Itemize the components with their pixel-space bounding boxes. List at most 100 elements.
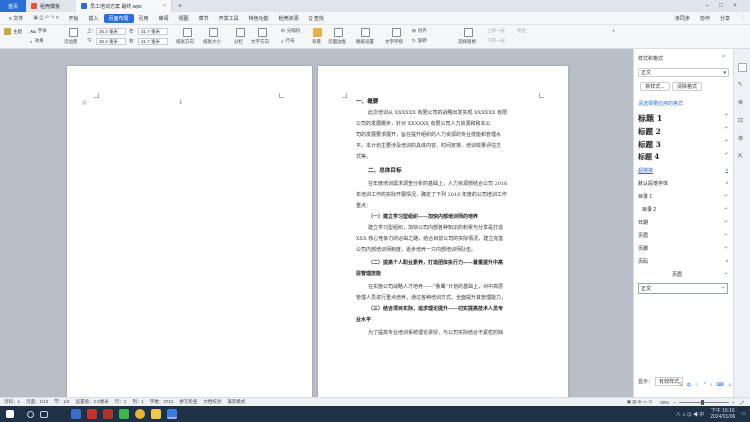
ime-mic-icon[interactable]: ♪ xyxy=(710,382,713,389)
style-date[interactable]: 日期 ↵ xyxy=(638,219,728,226)
share-side-icon[interactable]: ⇱ xyxy=(738,153,743,160)
font-scheme-button[interactable]: Aa 字体 xyxy=(30,28,47,34)
menu-view[interactable]: 视图 xyxy=(174,14,194,23)
left-margin-field[interactable]: 31.7 毫米 xyxy=(138,28,168,35)
maximize-icon[interactable]: □ xyxy=(714,3,728,9)
right-margin-field[interactable]: 31.7 毫米 xyxy=(138,38,168,45)
wechat-taskbar-icon[interactable] xyxy=(119,409,129,419)
windows-start-icon[interactable] xyxy=(6,410,14,418)
style-header[interactable]: 页眉 ↵ xyxy=(638,232,728,239)
text-direction-icon[interactable] xyxy=(258,28,267,37)
style-header-centered[interactable]: 页眉 ↵ xyxy=(638,271,728,278)
style-hyperlink[interactable]: 超链接 a xyxy=(638,167,728,174)
background-button[interactable]: 背景 xyxy=(312,39,321,45)
style-footer[interactable]: 页脚 ↵ xyxy=(638,245,728,252)
rotate-button[interactable]: ↻ 旋转 xyxy=(412,38,427,44)
line-numbers-button[interactable]: ≡ 行号 xyxy=(281,38,295,44)
sync-status[interactable]: 未同步 xyxy=(670,14,695,23)
margins-icon[interactable] xyxy=(69,28,78,37)
status-pages[interactable]: 页面：1/10 xyxy=(26,399,48,405)
style-heading-4[interactable]: 标题 4 ↵ xyxy=(638,152,728,162)
current-style-select[interactable]: 正文 ▾ xyxy=(638,68,729,77)
ime-punct-icon[interactable]: ° xyxy=(704,382,706,389)
paper-size-icon[interactable] xyxy=(209,28,218,37)
ime-cn-icon[interactable]: 中 xyxy=(686,382,691,389)
tab-templates[interactable]: 稻壳模板 xyxy=(26,0,76,12)
tray-icons[interactable]: ∧ ♫ ⊡ ◀ 中 xyxy=(676,411,705,418)
zoom-slider[interactable] xyxy=(678,399,729,405)
menu-features[interactable]: 特色功能 xyxy=(244,14,274,23)
word-taskbar-icon[interactable] xyxy=(71,409,81,419)
ime-s-icon[interactable]: S xyxy=(679,382,682,389)
close-window-icon[interactable]: × xyxy=(728,3,742,9)
share-button[interactable]: 分享 xyxy=(715,14,735,23)
fit-page-icon[interactable]: ⤢ xyxy=(740,400,744,405)
paper-size-button[interactable]: 纸张大小 xyxy=(203,39,221,45)
menu-review[interactable]: 审阅 xyxy=(154,14,174,23)
page-border-icon[interactable] xyxy=(334,28,343,37)
zoom-level[interactable]: 80% xyxy=(660,400,669,405)
menu-home[interactable]: 开始 xyxy=(63,14,83,23)
wps-taskbar-icon[interactable] xyxy=(167,409,177,419)
ime-user-icon[interactable]: ☺ xyxy=(728,382,733,389)
wrap-button[interactable]: 文字环绕 xyxy=(385,39,403,45)
zoom-in-icon[interactable]: + xyxy=(732,400,735,405)
ime-moon-icon[interactable]: ☾ xyxy=(695,382,699,389)
style-page-number[interactable]: 页码 a xyxy=(638,258,728,265)
quick-access-icons[interactable]: ▣ ⎙ ↶ ↷ ▾ xyxy=(28,14,63,23)
style-toc-2[interactable]: 目录 2 ↵ xyxy=(638,206,728,213)
search-taskbar-icon[interactable] xyxy=(27,410,34,418)
style-default-font[interactable]: 默认段落字体 a xyxy=(638,180,728,187)
clock[interactable]: 下午 15:16 2024/01/06 xyxy=(710,408,735,420)
panel-close-icon[interactable]: × xyxy=(722,54,725,60)
align-button[interactable]: ⊞ 对齐 xyxy=(412,28,427,34)
page-border-button[interactable]: 页面边框 xyxy=(328,39,346,45)
zoom-out-icon[interactable]: – xyxy=(673,400,676,405)
style-pane-icon[interactable] xyxy=(738,63,747,72)
top-margin-field[interactable]: 25.4 毫米 xyxy=(96,28,126,35)
collapse-ribbon-icon[interactable]: ∧ xyxy=(612,28,615,34)
page-1[interactable]: ▤ ◦ I xyxy=(67,66,312,397)
select-pane-button[interactable]: 选择窗格 xyxy=(458,39,476,45)
columns-button[interactable]: 分栏 xyxy=(234,39,243,45)
wrap-icon[interactable] xyxy=(392,28,401,37)
minimize-icon[interactable]: – xyxy=(700,3,714,9)
show-filter[interactable]: 显示： 有效样式 xyxy=(638,377,684,386)
margins-button[interactable]: 页边距 xyxy=(64,39,78,45)
zoom-slider-handle[interactable] xyxy=(700,399,704,405)
bring-forward-button[interactable]: 上移一层 xyxy=(487,28,505,34)
tab-home[interactable]: 首页 xyxy=(0,0,26,12)
draft-setting-icon[interactable] xyxy=(361,28,370,37)
columns-icon[interactable] xyxy=(236,28,245,37)
draft-setting-button[interactable]: 稿纸设置 xyxy=(356,39,374,45)
tab-document[interactable]: 员工培训方案 最终.wps × xyxy=(76,0,172,12)
style-normal[interactable]: 正文 ↵ xyxy=(638,283,728,294)
style-heading-3[interactable]: 标题 3 ↵ xyxy=(638,139,728,150)
style-heading-2[interactable]: 标题 2 ↵ xyxy=(638,126,728,137)
menu-insert[interactable]: 插入 xyxy=(84,14,104,23)
file-menu[interactable]: ≡ 文件 xyxy=(4,14,28,23)
add-tab-button[interactable]: + xyxy=(178,3,182,10)
text-direction-button[interactable]: 文字方向 xyxy=(251,39,269,45)
menu-developer[interactable]: 开发工具 xyxy=(214,14,244,23)
settings-icon[interactable]: ⚙ xyxy=(738,135,743,142)
paragraph-handle-icon[interactable]: ▤ ◦ xyxy=(82,100,90,106)
task-view-icon[interactable] xyxy=(40,410,48,418)
status-words[interactable]: 字数：3712 xyxy=(150,399,174,405)
bottom-margin-field[interactable]: 25.4 毫米 xyxy=(96,38,126,45)
explorer-taskbar-icon[interactable] xyxy=(151,409,161,419)
style-heading-1[interactable]: 标题 1 ↵ xyxy=(638,113,728,124)
chrome-taskbar-icon[interactable] xyxy=(135,409,145,419)
status-compare[interactable]: 文档校对 xyxy=(203,399,221,405)
nav-icon[interactable]: ⊡ xyxy=(738,117,743,124)
status-spell[interactable]: 拼写检查 xyxy=(179,399,197,405)
select-pane-icon[interactable] xyxy=(464,28,473,37)
page-2[interactable]: 一、概要 此次培训从 XXXXXX 有限公司的战略出发实现 XXXXXX 有限 … xyxy=(318,66,568,397)
background-icon[interactable] xyxy=(313,28,322,37)
menu-page-layout[interactable]: 页面布局 xyxy=(103,13,134,23)
paint-icon[interactable]: ⊗ xyxy=(738,99,743,106)
more-icon[interactable]: ⋮ xyxy=(735,14,750,23)
group-button[interactable]: 组合 xyxy=(517,28,526,34)
orientation-icon[interactable] xyxy=(183,28,192,37)
theme-button[interactable]: 主题 xyxy=(4,28,22,35)
